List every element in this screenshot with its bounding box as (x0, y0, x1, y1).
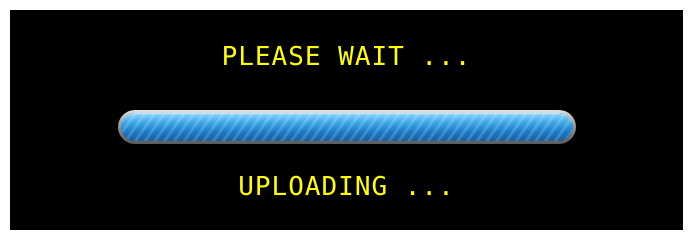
progress-track (121, 113, 573, 141)
uploading-message: UPLOADING ... (238, 172, 455, 202)
upload-dialog: PLEASE WAIT ... UPLOADING ... (10, 10, 683, 230)
please-wait-message: PLEASE WAIT ... (221, 42, 472, 72)
progress-bar (118, 110, 576, 144)
progress-fill (121, 113, 573, 141)
